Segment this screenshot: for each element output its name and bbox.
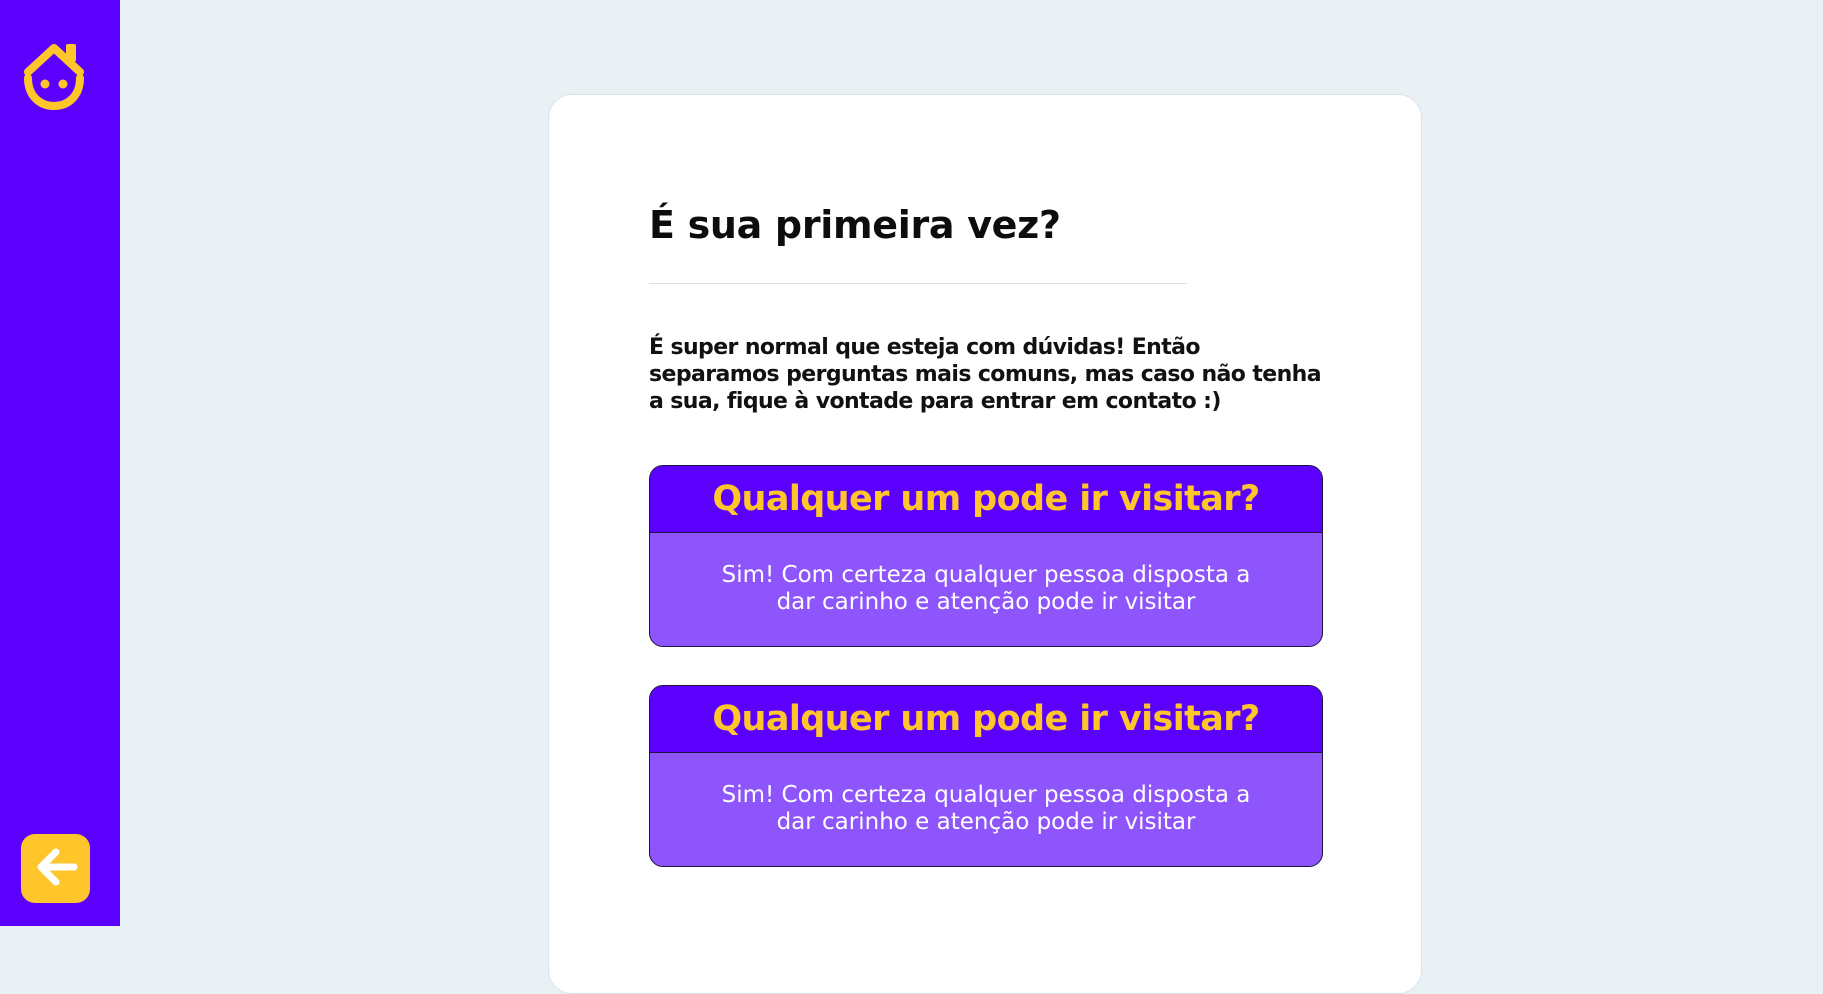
faq-item: Qualquer um pode ir visitar? Sim! Com ce… [649,464,1323,647]
faq-item: Qualquer um pode ir visitar? Sim! Com ce… [649,684,1323,867]
faq-answer: Sim! Com certeza qualquer pessoa dispost… [721,782,1251,836]
sidebar [0,0,120,926]
faq-content: É sua primeira vez? É super normal que e… [649,203,1323,867]
faq-question[interactable]: Qualquer um pode ir visitar? [650,685,1322,753]
arrow-left-icon [32,845,80,893]
house-smiley-icon[interactable] [22,38,90,111]
faq-question[interactable]: Qualquer um pode ir visitar? [650,465,1322,533]
back-button[interactable] [21,834,90,903]
divider [649,282,1187,284]
faq-card: É sua primeira vez? É super normal que e… [548,94,1422,994]
intro-text: É super normal que esteja com dúvidas! E… [649,334,1322,414]
page-title: É sua primeira vez? [649,203,1061,247]
faq-answer: Sim! Com certeza qualquer pessoa dispost… [721,562,1251,616]
